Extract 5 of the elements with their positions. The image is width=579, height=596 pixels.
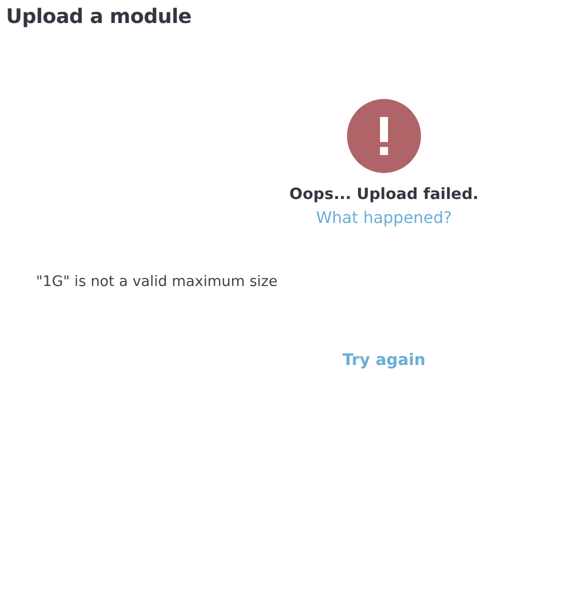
result-heading: Oops... Upload failed. xyxy=(289,184,479,205)
what-happened-link[interactable]: What happened? xyxy=(316,206,452,230)
try-again-link[interactable]: Try again xyxy=(342,348,426,372)
page-title: Upload a module xyxy=(6,4,192,28)
error-message: "1G" is not a valid maximum size xyxy=(36,273,279,292)
